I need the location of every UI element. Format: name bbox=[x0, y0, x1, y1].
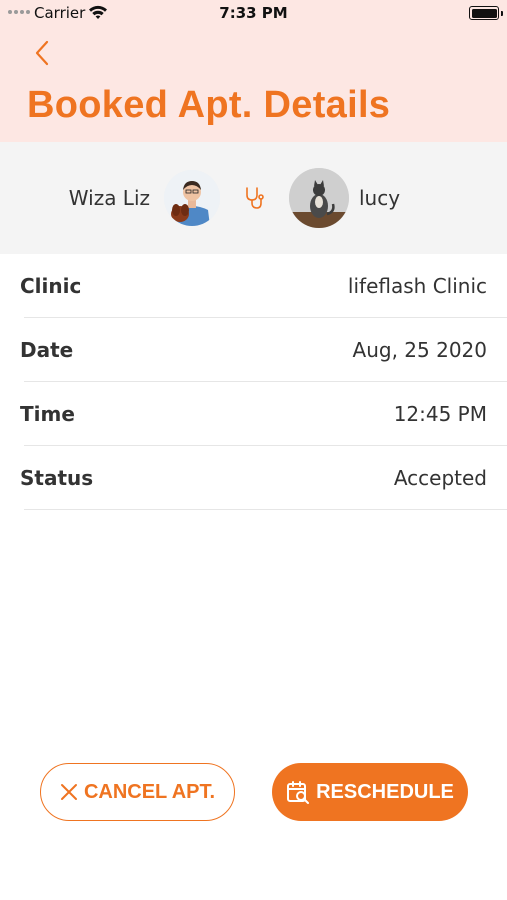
clock: 7:33 PM bbox=[219, 4, 288, 22]
detail-label: Date bbox=[20, 338, 74, 362]
cancel-appointment-button[interactable]: CANCEL APT. bbox=[40, 763, 235, 821]
detail-row-date: Date Aug, 25 2020 bbox=[0, 318, 507, 382]
divider bbox=[24, 509, 507, 510]
detail-label: Time bbox=[20, 402, 75, 426]
back-button[interactable] bbox=[28, 38, 56, 68]
detail-value: lifeflash Clinic bbox=[347, 274, 487, 298]
vet-name: Wiza Liz bbox=[68, 186, 150, 210]
close-icon bbox=[60, 783, 78, 801]
status-bar: Carrier 7:33 PM bbox=[0, 0, 507, 26]
calendar-search-icon bbox=[286, 780, 310, 804]
header: Carrier 7:33 PM Booked Apt. Details bbox=[0, 0, 507, 142]
detail-value: 12:45 PM bbox=[393, 402, 487, 426]
appointment-details: Clinic lifeflash Clinic Date Aug, 25 202… bbox=[0, 254, 507, 510]
chevron-left-icon bbox=[35, 40, 49, 66]
detail-label: Status bbox=[20, 466, 94, 490]
detail-value: Accepted bbox=[393, 466, 487, 490]
reschedule-button[interactable]: RESCHEDULE bbox=[272, 763, 468, 821]
cancel-label: CANCEL APT. bbox=[83, 780, 216, 803]
detail-row-clinic: Clinic lifeflash Clinic bbox=[0, 254, 507, 318]
detail-row-status: Status Accepted bbox=[0, 446, 507, 510]
detail-value: Aug, 25 2020 bbox=[352, 338, 487, 362]
vet-avatar bbox=[164, 170, 220, 226]
pet-avatar bbox=[289, 168, 349, 228]
stethoscope-icon bbox=[242, 186, 266, 210]
battery-icon bbox=[469, 6, 503, 20]
participants-bar: Wiza Liz lucy bbox=[0, 142, 507, 254]
page-title: Booked Apt. Details bbox=[27, 84, 391, 126]
detail-label: Clinic bbox=[20, 274, 82, 298]
reschedule-label: RESCHEDULE bbox=[316, 780, 454, 803]
detail-row-time: Time 12:45 PM bbox=[0, 382, 507, 446]
pet-name: lucy bbox=[359, 186, 401, 210]
